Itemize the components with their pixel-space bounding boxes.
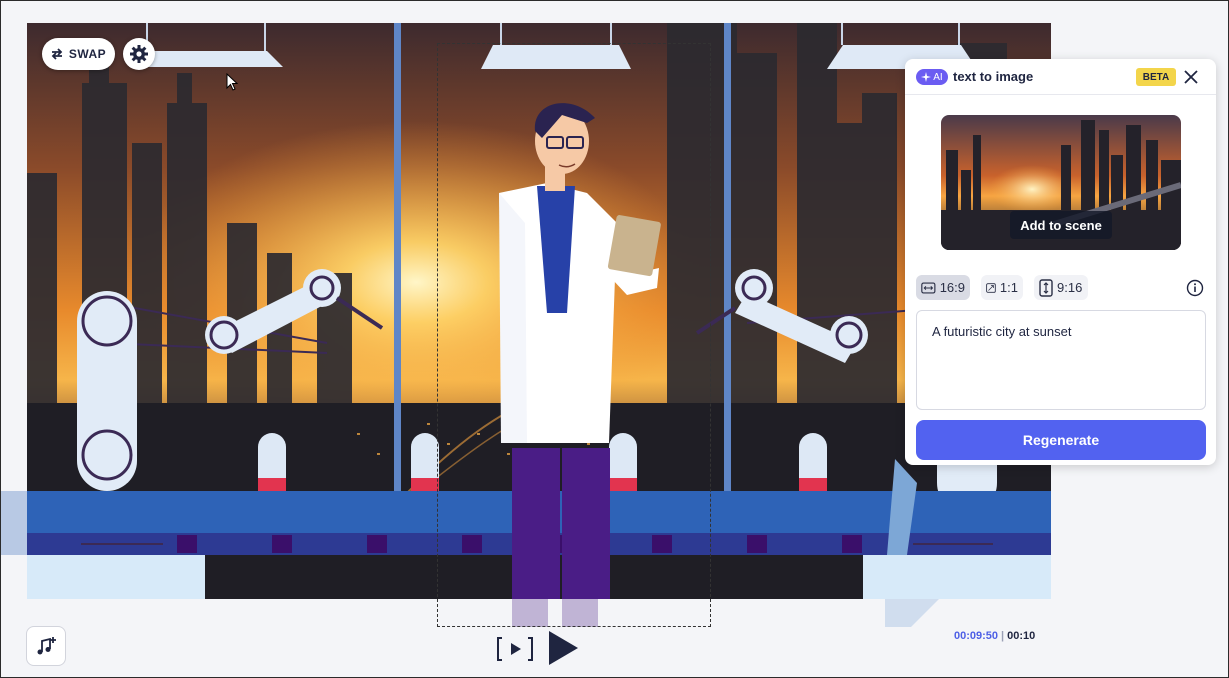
- mouse-cursor-icon: [226, 73, 239, 91]
- text-to-image-panel: AI text to image BETA Add to scene 16:9 …: [905, 59, 1216, 465]
- landscape-ratio-icon: [921, 282, 936, 293]
- square-ratio-icon: [986, 282, 996, 293]
- total-time: 00:10: [1007, 630, 1036, 642]
- playback-time: 00:09:50 | 00:10: [954, 630, 1035, 642]
- play-icon[interactable]: [546, 629, 580, 667]
- sparkle-icon: [921, 72, 932, 82]
- swap-button[interactable]: SWAP: [42, 38, 115, 70]
- music-add-icon: [37, 637, 56, 655]
- ratio-16-9-button[interactable]: 16:9: [916, 275, 970, 300]
- beta-badge: BETA: [1136, 68, 1176, 86]
- settings-button[interactable]: [123, 38, 155, 70]
- ratio-1-1-button[interactable]: 1:1: [981, 275, 1023, 300]
- info-icon[interactable]: [1186, 279, 1204, 297]
- panel-title: text to image: [953, 69, 1034, 84]
- add-to-scene-button[interactable]: Add to scene: [1010, 211, 1112, 239]
- ai-badge-label: AI: [933, 71, 943, 83]
- regenerate-button[interactable]: Regenerate: [916, 420, 1206, 460]
- generated-image-thumbnail[interactable]: Add to scene: [941, 115, 1181, 250]
- selection-box[interactable]: [437, 43, 711, 627]
- close-icon[interactable]: [1183, 69, 1199, 85]
- preview-scene-icon[interactable]: [495, 635, 535, 663]
- panel-header: AI text to image BETA: [905, 59, 1216, 95]
- ratio-1-1-label: 1:1: [999, 280, 1018, 295]
- ratio-16-9-label: 16:9: [939, 280, 965, 295]
- ai-badge: AI: [916, 69, 948, 85]
- portrait-ratio-icon: [1039, 278, 1053, 297]
- time-separator: |: [1001, 630, 1005, 642]
- prompt-input[interactable]: A futuristic city at sunset: [916, 310, 1206, 410]
- current-time: 00:09:50: [954, 630, 999, 642]
- gear-icon: [130, 45, 148, 63]
- swap-icon: [51, 48, 63, 60]
- ratio-9-16-button[interactable]: 9:16: [1034, 275, 1088, 300]
- ratio-9-16-label: 9:16: [1057, 280, 1083, 295]
- add-music-button[interactable]: [26, 626, 66, 666]
- swap-label: SWAP: [68, 47, 107, 61]
